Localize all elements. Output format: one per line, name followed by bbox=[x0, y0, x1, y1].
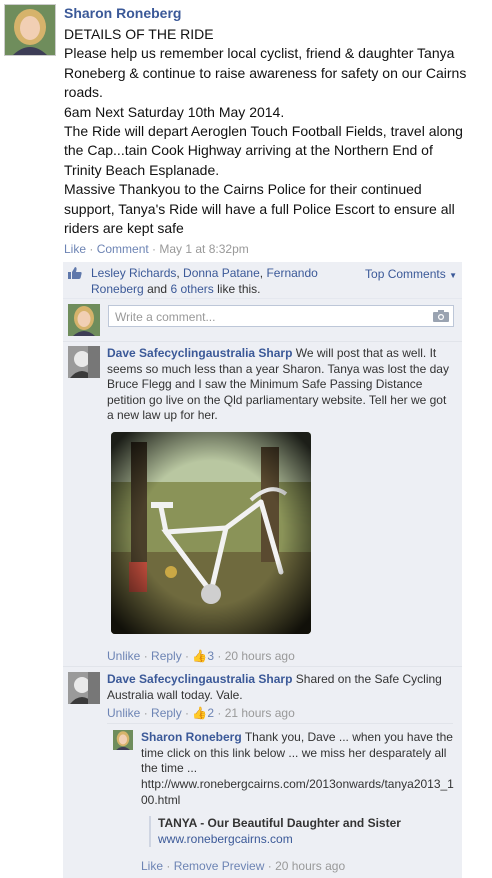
reply-divider bbox=[107, 723, 453, 724]
top-comments-label: Top Comments bbox=[365, 267, 446, 281]
comment-actions: Unlike · Reply · 👍2 · 21 hours ago bbox=[107, 706, 295, 720]
comment-body: Dave Safecyclingaustralia Sharp Shared o… bbox=[107, 672, 452, 703]
post-line: Please help us remember local cyclist, f… bbox=[64, 45, 467, 101]
comments-panel: Lesley Richards, Donna Patane, Fernando … bbox=[63, 262, 462, 878]
reply-link[interactable]: Reply bbox=[151, 649, 182, 663]
reply-link[interactable]: Reply bbox=[151, 706, 182, 720]
likes-suffix: like this. bbox=[217, 282, 261, 296]
caret-down-icon: ▼ bbox=[449, 271, 457, 280]
thumbs-up-icon bbox=[68, 267, 82, 279]
likes-text: Lesley Richards, Donna Patane, Fernando … bbox=[91, 266, 318, 296]
like-count-value: 2 bbox=[207, 706, 215, 720]
comment-link[interactable]: Comment bbox=[97, 242, 149, 256]
viewer-avatar bbox=[68, 304, 100, 336]
comment-input[interactable]: Write a comment... bbox=[108, 305, 454, 327]
like-count-value: 3 bbox=[207, 649, 215, 663]
comment-author[interactable]: Dave Safecyclingaustralia Sharp bbox=[107, 672, 292, 686]
likes-summary: Lesley Richards, Donna Patane, Fernando … bbox=[63, 262, 462, 299]
comment-body: Dave Safecyclingaustralia Sharp We will … bbox=[107, 346, 452, 424]
link-preview[interactable]: TANYA - Our Beautiful Daughter and Siste… bbox=[149, 816, 448, 847]
reply-time: 20 hours ago bbox=[275, 859, 346, 873]
bike-photo[interactable] bbox=[111, 432, 311, 634]
camera-icon[interactable] bbox=[433, 309, 449, 322]
post-line: DETAILS OF THE RIDE bbox=[64, 26, 214, 42]
comment-actions: Unlike · Reply · 👍3 · 20 hours ago bbox=[107, 649, 295, 663]
comment-time: 20 hours ago bbox=[224, 649, 295, 663]
post-timestamp: May 1 at 8:32pm bbox=[159, 242, 249, 256]
comment-input-placeholder: Write a comment... bbox=[115, 310, 216, 324]
commenter-avatar[interactable] bbox=[68, 346, 100, 378]
unlike-link[interactable]: Unlike bbox=[107, 649, 140, 663]
likes-and: and bbox=[147, 282, 168, 296]
post-line: Massive Thankyou to the Cairns Police fo… bbox=[64, 181, 455, 237]
divider bbox=[63, 666, 462, 667]
commenter-avatar[interactable] bbox=[68, 672, 100, 704]
post-line: The Ride will depart Aeroglen Touch Foot… bbox=[64, 123, 463, 178]
like-link[interactable]: Like bbox=[141, 859, 163, 873]
reply-body: Sharon Roneberg Thank you, Dave ... when… bbox=[141, 730, 454, 777]
others-link[interactable]: 6 others bbox=[170, 282, 213, 296]
reply-url-link[interactable]: http://www.ronebergcairns.com/2013onward… bbox=[141, 777, 454, 808]
liker-name[interactable]: Lesley Richards bbox=[91, 266, 176, 280]
reply-author-avatar[interactable] bbox=[113, 730, 133, 750]
author-avatar[interactable] bbox=[4, 4, 56, 56]
comment-like-count[interactable]: 👍2 bbox=[192, 706, 214, 720]
write-comment-row: Write a comment... bbox=[63, 299, 462, 342]
reply-author[interactable]: Sharon Roneberg bbox=[141, 730, 242, 744]
remove-preview-link[interactable]: Remove Preview bbox=[174, 859, 265, 873]
comment-like-count[interactable]: 👍3 bbox=[192, 649, 214, 663]
preview-domain: www.ronebergcairns.com bbox=[158, 831, 293, 846]
thumbs-up-small-icon: 👍 bbox=[192, 649, 208, 663]
liker-name[interactable]: Donna Patane bbox=[183, 266, 260, 280]
post-author[interactable]: Sharon Roneberg bbox=[64, 5, 181, 21]
comment-author[interactable]: Dave Safecyclingaustralia Sharp bbox=[107, 346, 292, 360]
top-comments-dropdown[interactable]: Top Comments ▼ bbox=[365, 267, 457, 281]
post-line: 6am Next Saturday 10th May 2014. bbox=[64, 103, 285, 120]
post-body: DETAILS OF THE RIDE Please help us remem… bbox=[64, 25, 469, 238]
like-link[interactable]: Like bbox=[64, 242, 86, 256]
preview-title[interactable]: TANYA - Our Beautiful Daughter and Siste… bbox=[158, 816, 448, 832]
unlike-link[interactable]: Unlike bbox=[107, 706, 140, 720]
post-actions: Like · Comment · May 1 at 8:32pm bbox=[64, 242, 249, 256]
comment-time: 21 hours ago bbox=[224, 706, 295, 720]
thumbs-up-small-icon: 👍 bbox=[192, 706, 208, 720]
reply-actions: Like · Remove Preview · 20 hours ago bbox=[141, 859, 346, 873]
